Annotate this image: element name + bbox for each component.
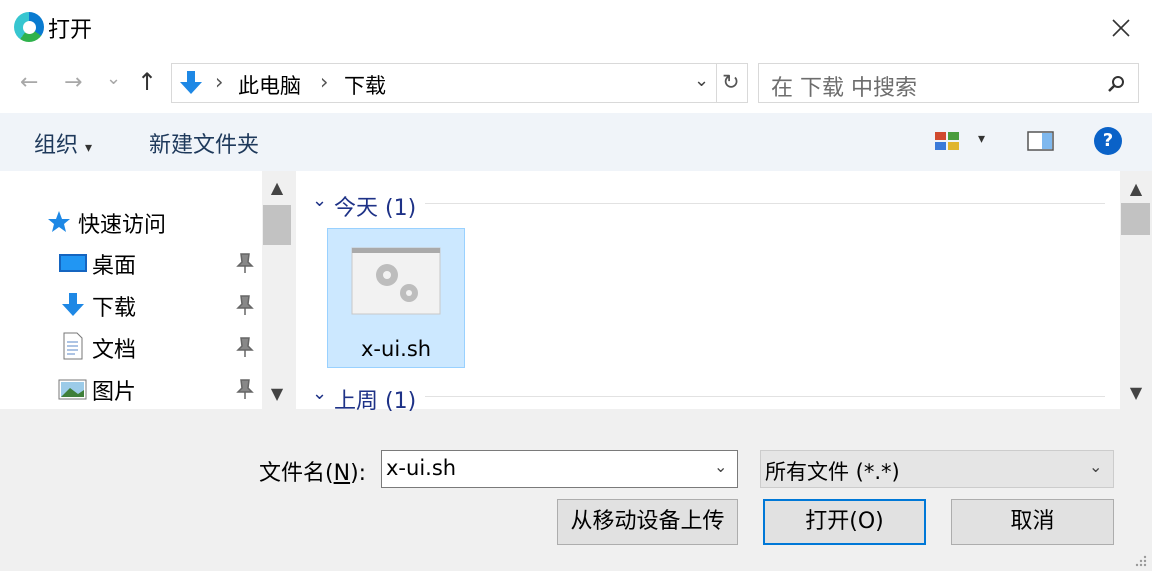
pin-icon [236, 379, 254, 399]
refresh-button[interactable]: ↻ [717, 63, 748, 103]
refresh-icon: ↻ [722, 70, 740, 94]
pictures-icon [58, 379, 87, 400]
close-button[interactable] [1100, 8, 1140, 48]
search-box[interactable]: 在 下载 中搜索 [758, 63, 1139, 103]
scroll-down-arrow-icon[interactable]: ▼ [1123, 380, 1149, 406]
view-caret-icon[interactable]: ▾ [978, 131, 985, 147]
desktop-icon [59, 254, 87, 272]
open-button[interactable]: 打开(O) [763, 499, 926, 545]
download-folder-icon [180, 71, 202, 94]
new-folder-button[interactable]: 新建文件夹 [149, 127, 259, 159]
scrollbar-thumb[interactable] [263, 205, 291, 245]
organize-caret-icon: ▾ [85, 140, 93, 156]
sidebar-item-desktop[interactable]: 桌面 [0, 244, 262, 284]
breadcrumb-downloads[interactable]: 下载 [344, 70, 386, 100]
organize-label: 组织 [34, 133, 79, 158]
sidebar-item-pictures[interactable]: 图片 [0, 370, 262, 410]
back-button[interactable]: ← [20, 70, 38, 95]
file-item[interactable]: x-ui.sh [327, 228, 465, 368]
change-view-button[interactable] [934, 130, 962, 152]
recent-locations-button[interactable]: ⌄ [106, 68, 121, 89]
view-options-icon [935, 132, 959, 150]
group-divider [425, 396, 1105, 397]
star-icon [48, 211, 70, 232]
upload-from-mobile-button[interactable]: 从移动设备上传 [557, 499, 738, 545]
sidebar-item-downloads[interactable]: 下载 [0, 286, 262, 326]
sidebar-item-documents[interactable]: 文档 [0, 328, 262, 368]
pin-icon [236, 253, 254, 273]
group-divider [425, 203, 1105, 204]
preview-pane-button[interactable] [1027, 130, 1055, 157]
pin-icon [236, 337, 254, 357]
sidebar-item-label: 下载 [92, 296, 137, 321]
close-icon [1112, 19, 1130, 37]
search-icon[interactable] [1107, 74, 1127, 94]
resize-grip-icon[interactable] [1134, 554, 1148, 568]
help-icon: ? [1102, 130, 1114, 151]
sidebar-item-label: 图片 [92, 380, 137, 405]
group-header-today[interactable]: 今天 (1) [334, 190, 416, 222]
file-name: x-ui.sh [361, 337, 432, 361]
chevron-down-icon[interactable]: ⌄ [714, 457, 727, 476]
search-placeholder[interactable]: 在 下载 中搜索 [771, 70, 917, 102]
filename-label: 文件名(N): [259, 461, 367, 486]
preview-pane-icon [1027, 131, 1054, 151]
organize-button[interactable]: 组织 ▾ [34, 127, 92, 159]
address-bar[interactable]: › 此电脑 › 下载 ⌄ [171, 63, 717, 103]
scroll-up-arrow-icon[interactable]: ▲ [264, 175, 290, 201]
scroll-down-arrow-icon[interactable]: ▼ [264, 381, 290, 407]
breadcrumb-separator[interactable]: › [320, 70, 328, 94]
group-header-last-week[interactable]: 上周 (1) [334, 383, 416, 415]
document-icon [63, 332, 83, 360]
edge-logo-icon [14, 12, 44, 42]
chevron-down-icon[interactable]: ⌄ [1089, 457, 1102, 476]
sidebar-item-label: 桌面 [92, 254, 137, 279]
quick-access-label[interactable]: 快速访问 [78, 207, 166, 239]
group-collapse-chevron-icon[interactable]: ⌄ [312, 383, 327, 404]
pin-icon [236, 295, 254, 315]
filename-input[interactable]: x-ui.sh ⌄ [381, 450, 738, 488]
scroll-up-arrow-icon[interactable]: ▲ [1123, 176, 1149, 202]
window-title: 打开 [48, 18, 93, 43]
address-dropdown-icon[interactable]: ⌄ [694, 70, 709, 91]
cancel-button[interactable]: 取消 [951, 499, 1114, 545]
navigation-pane[interactable]: 快速访问 桌面 下载 文档 图片 ▲ ▼ [0, 171, 292, 409]
scrollbar-thumb[interactable] [1121, 203, 1150, 235]
group-collapse-chevron-icon[interactable]: ⌄ [312, 190, 327, 211]
help-button[interactable]: ? [1094, 127, 1122, 155]
forward-button[interactable]: → [64, 70, 82, 95]
title-bar [0, 0, 1152, 56]
filename-value[interactable]: x-ui.sh [386, 456, 456, 480]
file-type-value[interactable]: 所有文件 (*.*) [765, 456, 900, 486]
script-file-icon [351, 247, 441, 315]
breadcrumb-this-pc[interactable]: 此电脑 [238, 70, 301, 100]
breadcrumb-separator[interactable]: › [215, 70, 223, 94]
file-type-select[interactable]: 所有文件 (*.*) ⌄ [760, 450, 1114, 488]
download-icon [62, 293, 84, 316]
up-button[interactable]: ↑ [137, 68, 157, 96]
sidebar-item-label: 文档 [92, 338, 137, 363]
